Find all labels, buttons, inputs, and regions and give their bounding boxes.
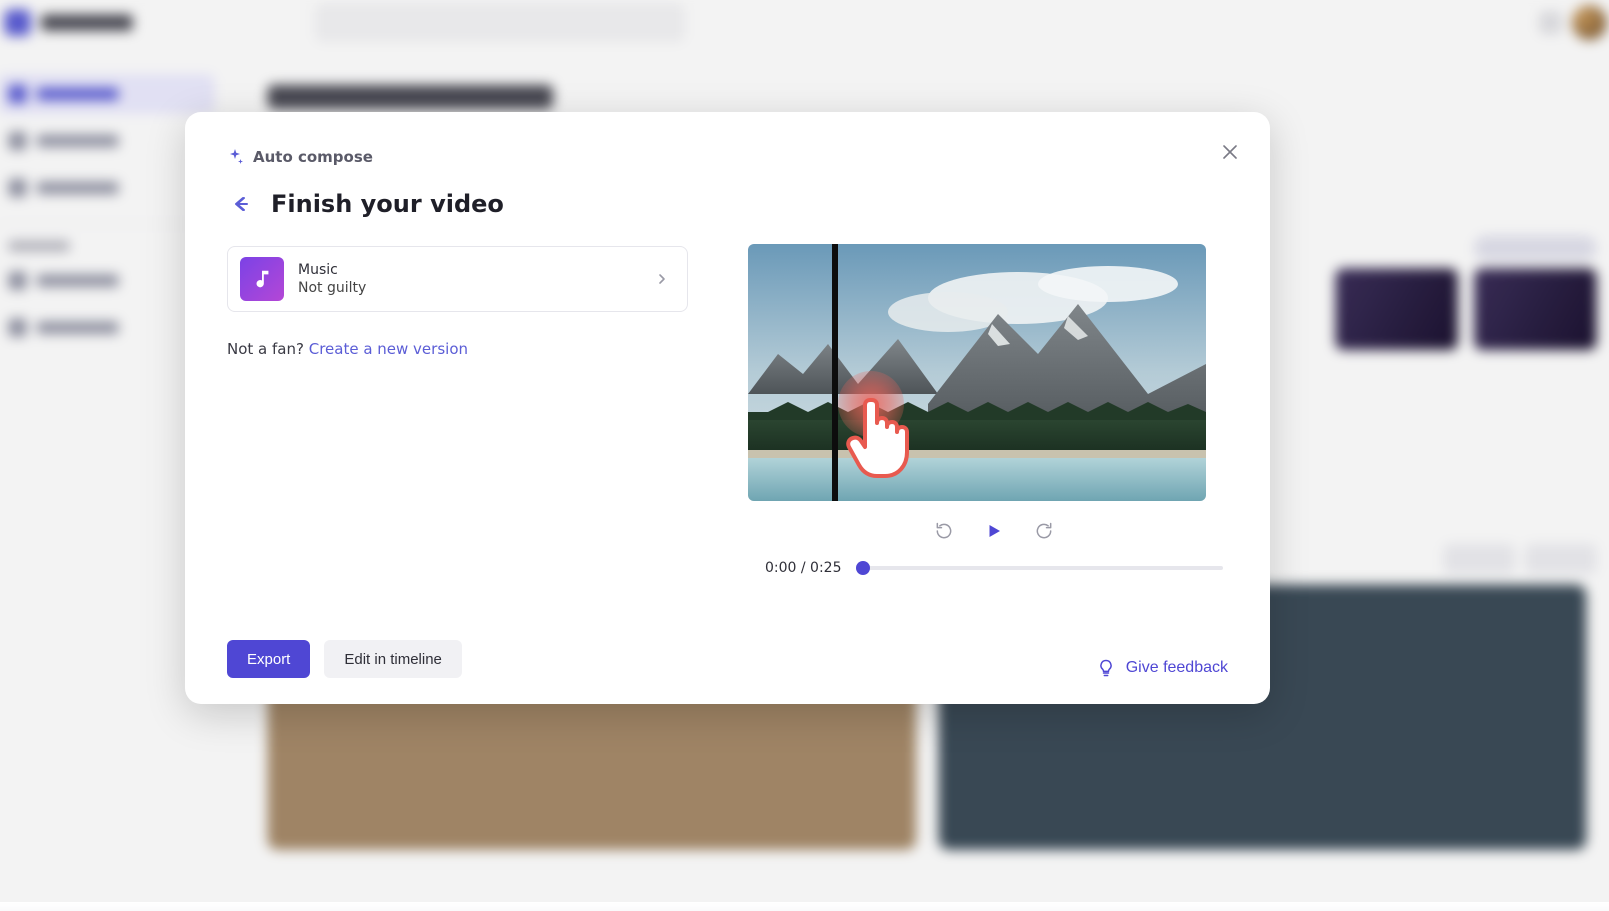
modal-right-pane: 0:00 / 0:25 Give feedback	[730, 112, 1270, 704]
create-new-version-link[interactable]: Create a new version	[309, 340, 468, 358]
music-card[interactable]: Music Not guilty	[227, 246, 688, 312]
modal-left-pane: Auto compose Finish your video Music Not…	[185, 112, 730, 704]
chevron-right-icon	[653, 270, 671, 288]
sparkle-icon	[227, 149, 243, 165]
player-controls	[930, 517, 1058, 545]
music-card-track: Not guilty	[298, 280, 366, 296]
auto-compose-modal: Auto compose Finish your video Music Not…	[185, 112, 1270, 704]
give-feedback-label: Give feedback	[1126, 659, 1228, 677]
title-row: Finish your video	[227, 190, 688, 218]
not-a-fan-row: Not a fan? Create a new version	[227, 340, 688, 358]
music-card-text: Music Not guilty	[298, 262, 366, 296]
skip-forward-button[interactable]	[1030, 517, 1058, 545]
back-button[interactable]	[227, 190, 255, 218]
lightbulb-icon	[1096, 658, 1116, 678]
play-button[interactable]	[980, 517, 1008, 545]
frame-divider	[832, 244, 838, 501]
music-card-title: Music	[298, 262, 366, 278]
player-time-row: 0:00 / 0:25	[765, 559, 1223, 577]
scrubber-track	[856, 566, 1224, 570]
play-icon	[985, 522, 1003, 540]
skip-back-icon	[934, 521, 954, 541]
edit-in-timeline-button[interactable]: Edit in timeline	[324, 640, 462, 678]
not-a-fan-text: Not a fan?	[227, 340, 309, 358]
scrubber-handle[interactable]	[856, 561, 870, 575]
export-button[interactable]: Export	[227, 640, 310, 678]
skip-back-button[interactable]	[930, 517, 958, 545]
scrubber[interactable]	[856, 559, 1224, 577]
arrow-left-icon	[232, 195, 250, 213]
modal-footer-left: Export Edit in timeline	[227, 640, 688, 678]
music-icon	[240, 257, 284, 301]
skip-forward-icon	[1034, 521, 1054, 541]
give-feedback-button[interactable]: Give feedback	[1096, 658, 1228, 678]
video-preview	[748, 244, 1206, 501]
auto-compose-text: Auto compose	[253, 148, 373, 166]
auto-compose-label: Auto compose	[227, 148, 688, 166]
modal-title: Finish your video	[271, 190, 504, 218]
player-time-label: 0:00 / 0:25	[765, 560, 842, 576]
